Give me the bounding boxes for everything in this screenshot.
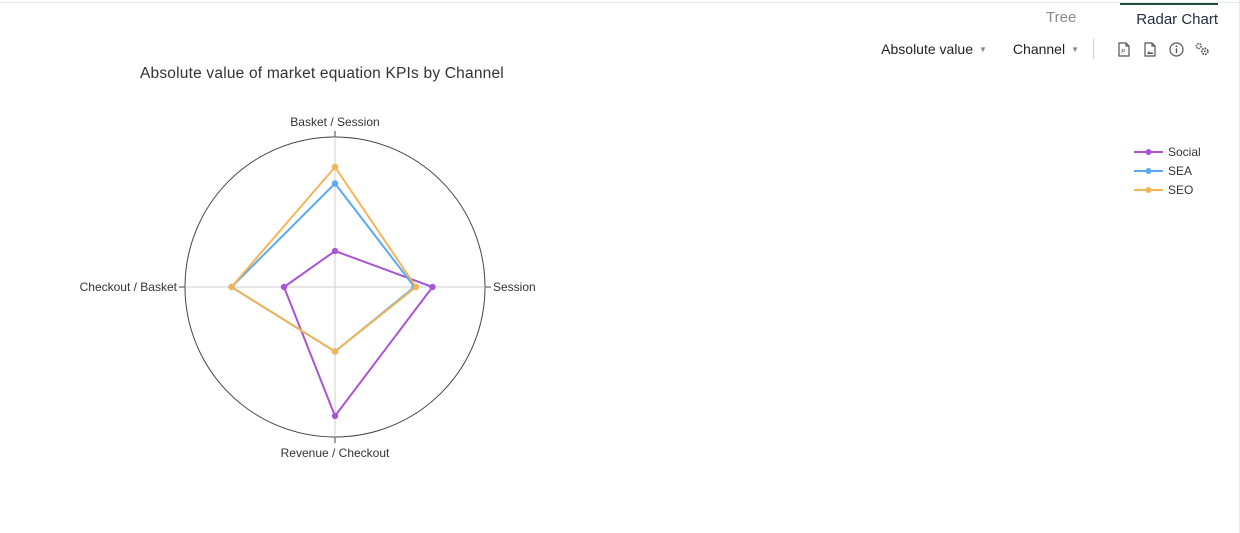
- radar-point[interactable]: [331, 163, 339, 171]
- legend-item-sea[interactable]: SEA: [1134, 164, 1192, 178]
- radar-point[interactable]: [228, 283, 235, 291]
- legend-item-social[interactable]: Social: [1134, 145, 1201, 159]
- legend-label: Social: [1168, 145, 1201, 159]
- radar-point[interactable]: [331, 180, 339, 187]
- radar-axis-label: Basket / Session: [290, 115, 379, 129]
- radar-grid: [179, 131, 491, 443]
- legend-swatch-marker: [1145, 149, 1152, 155]
- legend-swatch-marker: [1145, 168, 1152, 174]
- radar-point[interactable]: [280, 283, 288, 291]
- radar-axis-label: Checkout / Basket: [80, 280, 178, 294]
- radar-point[interactable]: [331, 348, 339, 355]
- legend-label: SEA: [1168, 164, 1192, 178]
- legend-label: SEO: [1168, 183, 1193, 197]
- legend-swatch-marker: [1145, 187, 1152, 193]
- radar-axis-label: Revenue / Checkout: [281, 446, 390, 460]
- radar-point[interactable]: [429, 283, 436, 291]
- radar-point[interactable]: [331, 247, 339, 255]
- radar-series-layer: [228, 163, 436, 420]
- radar-point[interactable]: [331, 412, 339, 420]
- radar-point[interactable]: [412, 283, 420, 291]
- chart-legend: Social SEA SEO: [1134, 145, 1201, 197]
- radar-axis-label: Session: [493, 280, 536, 294]
- legend-item-seo[interactable]: SEO: [1134, 183, 1193, 197]
- radar-series-sea[interactable]: [230, 182, 416, 353]
- radar-chart: Basket / Session Session Revenue / Checkou…: [80, 115, 1201, 460]
